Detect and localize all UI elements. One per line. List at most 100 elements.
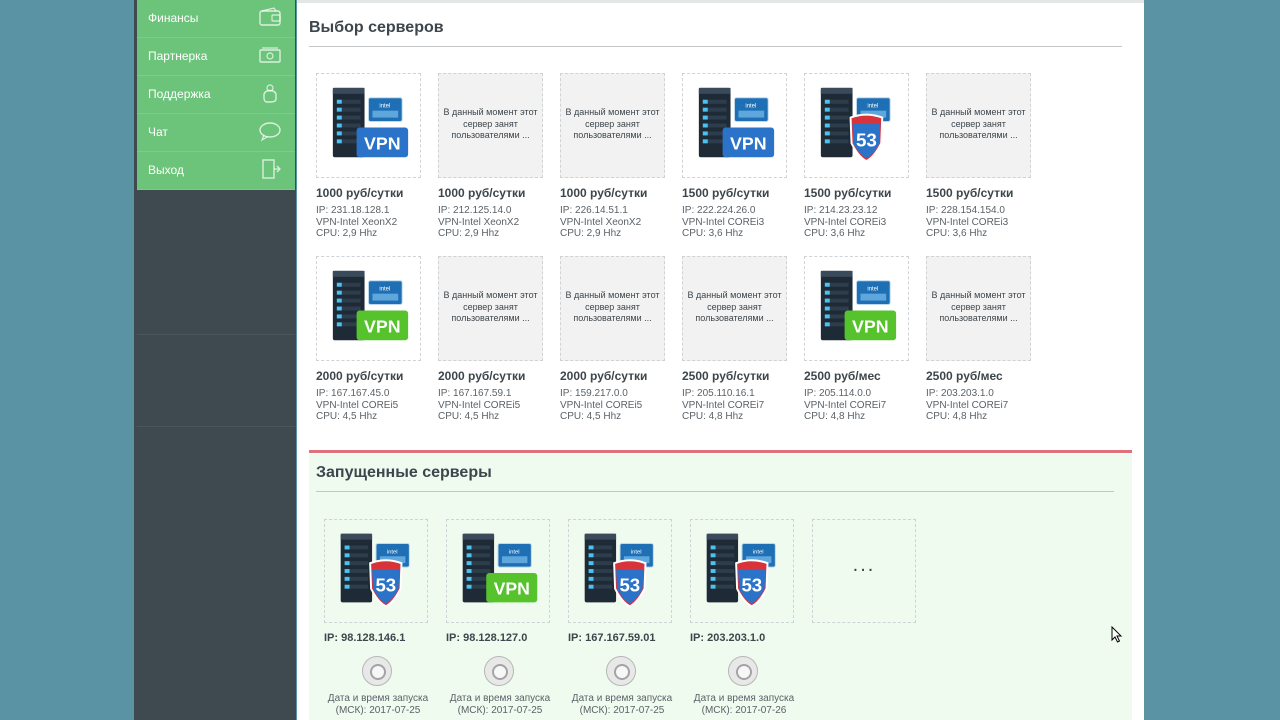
sidebar-item-finance[interactable]: Финансы <box>137 0 295 38</box>
server-cpu: CPU: 4,5 Hhz <box>438 411 500 422</box>
power-toggle-button[interactable] <box>728 656 758 686</box>
busy-message: В данный момент этот сервер занят пользо… <box>931 107 1026 140</box>
server-card[interactable]: intel VPN 1000 руб/сутки IP: 231.18.128.1… <box>316 73 428 240</box>
svg-text:intel: intel <box>753 549 764 555</box>
svg-text:intel: intel <box>745 104 756 110</box>
running-server-card: intel 53 IP: 167.167.59.01 Дата и время з… <box>568 519 676 717</box>
server-card[interactable]: В данный момент этот сервер занят пользо… <box>560 256 672 423</box>
server-card[interactable]: В данный момент этот сервер занят пользо… <box>438 256 550 423</box>
chat-bubble-icon <box>258 120 282 145</box>
server-ip: IP: 205.114.0.0 <box>804 388 872 399</box>
power-toggle-button[interactable] <box>484 656 514 686</box>
server-card[interactable]: В данный момент этот сервер занят пользо… <box>438 73 550 240</box>
server-card[interactable]: В данный момент этот сервер занят пользо… <box>560 73 672 240</box>
server-busy-placeholder[interactable]: В данный момент этот сервер занят пользо… <box>926 256 1031 361</box>
server-cpu: CPU: 2,9 Hhz <box>560 228 622 239</box>
launch-date: Дата и время запуска (МСК): 2017-07-25 <box>327 693 429 716</box>
add-server-slot[interactable]: ... <box>812 519 920 623</box>
server-cpu: CPU: 3,6 Hhz <box>926 228 988 239</box>
server-card[interactable]: В данный момент этот сервер занят пользо… <box>926 256 1038 423</box>
server-model: VPN-Intel COREi5 <box>560 399 643 411</box>
server-model: VPN-Intel XeonX2 <box>438 216 520 228</box>
add-server-placeholder[interactable]: ... <box>812 519 916 623</box>
server-model: VPN-Intel COREi3 <box>926 216 1009 228</box>
svg-text:intel: intel <box>867 287 878 293</box>
running-server-card: intel 53 IP: 203.203.1.0 Дата и время зап… <box>690 519 798 717</box>
sidebar-item-label: Финансы <box>148 10 199 25</box>
server-price: 2000 руб/сутки <box>560 369 648 383</box>
server-model: VPN-Intel COREi7 <box>804 399 887 411</box>
server-busy-placeholder[interactable]: В данный момент этот сервер занят пользо… <box>438 73 543 178</box>
server-price: 1500 руб/сутки <box>682 186 770 200</box>
svg-text:53: 53 <box>375 575 396 596</box>
svg-text:53: 53 <box>619 575 640 596</box>
divider <box>137 426 295 427</box>
server-ip: IP: 228.154.154.0 <box>926 205 1005 216</box>
svg-text:intel: intel <box>631 549 642 555</box>
server-image: intel 53 <box>324 519 428 623</box>
sidebar-item-label: Поддержка <box>148 86 211 101</box>
server-cpu: CPU: 4,8 Hhz <box>926 411 988 422</box>
launch-date: Дата и время запуска (МСК): 2017-07-26 <box>693 693 795 716</box>
power-toggle-button[interactable] <box>362 656 392 686</box>
server-price: 2000 руб/сутки <box>438 369 526 383</box>
svg-text:VPN: VPN <box>364 133 401 153</box>
divider <box>309 46 1122 47</box>
server-card[interactable]: intel VPN 1500 руб/сутки IP: 222.224.26.0… <box>682 73 794 240</box>
server-model: VPN-Intel COREi3 <box>682 216 765 228</box>
server-busy-placeholder[interactable]: В данный момент этот сервер занят пользо… <box>560 73 665 178</box>
server-image[interactable]: intel VPN <box>316 73 421 178</box>
sidebar-item-label: Чат <box>148 124 168 139</box>
server-image[interactable]: intel VPN <box>682 73 787 178</box>
server-card[interactable]: intel VPN 2500 руб/мес IP: 205.114.0.0 VPN… <box>804 256 916 423</box>
server-busy-placeholder[interactable]: В данный момент этот сервер занят пользо… <box>438 256 543 361</box>
server-image[interactable]: intel 53 <box>804 73 909 178</box>
support-icon <box>258 82 282 107</box>
server-cpu: CPU: 4,8 Hhz <box>682 411 744 422</box>
exit-door-icon <box>258 158 282 183</box>
busy-message: В данный момент этот сервер занят пользо… <box>565 290 660 323</box>
power-toggle-button[interactable] <box>606 656 636 686</box>
server-card[interactable]: В данный момент этот сервер занят пользо… <box>926 73 1038 240</box>
sidebar-item-support[interactable]: Поддержка <box>137 76 295 114</box>
server-ip: IP: 167.167.59.1 <box>438 388 512 399</box>
busy-message: В данный момент этот сервер занят пользо… <box>443 290 538 323</box>
sidebar-menu: Финансы Партнерка Поддержка Чат Выход <box>137 0 295 190</box>
sidebar-item-partner[interactable]: Партнерка <box>137 38 295 76</box>
server-image: intel 53 <box>690 519 794 623</box>
server-busy-placeholder[interactable]: В данный момент этот сервер занят пользо… <box>926 73 1031 178</box>
server-ip: IP: 231.18.128.1 <box>316 205 390 216</box>
sidebar-item-label: Выход <box>148 162 184 177</box>
sidebar-item-label: Партнерка <box>148 48 208 63</box>
svg-text:53: 53 <box>856 129 877 150</box>
server-busy-placeholder[interactable]: В данный момент этот сервер занят пользо… <box>682 256 787 361</box>
running-server-card: intel VPN IP: 98.128.127.0 Дата и время з… <box>446 519 554 717</box>
running-servers-panel: Запущенные серверы intel 53 IP: 98.128.1… <box>309 454 1132 720</box>
server-card[interactable]: intel VPN 2000 руб/сутки IP: 167.167.45.0… <box>316 256 428 423</box>
svg-text:intel: intel <box>387 549 398 555</box>
svg-text:VPN: VPN <box>730 133 767 153</box>
server-image: intel 53 <box>568 519 672 623</box>
sidebar-item-chat[interactable]: Чат <box>137 114 295 152</box>
server-model: VPN-Intel COREi3 <box>804 216 887 228</box>
server-ip: IP: 159.217.0.0 <box>560 388 628 399</box>
server-ip: IP: 212.125.14.0 <box>438 205 512 216</box>
server-busy-placeholder[interactable]: В данный момент этот сервер занят пользо… <box>560 256 665 361</box>
server-ip: IP: 222.224.26.0 <box>682 205 756 216</box>
header-shadow <box>297 0 1144 3</box>
server-price: 1000 руб/сутки <box>316 186 404 200</box>
server-cpu: CPU: 4,5 Hhz <box>560 411 622 422</box>
svg-text:VPN: VPN <box>494 579 530 599</box>
server-price: 1500 руб/сутки <box>926 186 1014 200</box>
svg-text:VPN: VPN <box>852 316 889 336</box>
section-divider <box>309 450 1132 453</box>
server-model: VPN-Intel COREi7 <box>926 399 1009 411</box>
server-cpu: CPU: 3,6 Hhz <box>804 228 866 239</box>
server-card[interactable]: intel 53 1500 руб/сутки IP: 214.23.23.12 V… <box>804 73 916 240</box>
server-card[interactable]: В данный момент этот сервер занят пользо… <box>682 256 794 423</box>
server-image[interactable]: intel VPN <box>804 256 909 361</box>
server-image[interactable]: intel VPN <box>316 256 421 361</box>
svg-text:intel: intel <box>379 287 390 293</box>
sidebar-item-logout[interactable]: Выход <box>137 152 295 190</box>
server-model: VPN-Intel XeonX2 <box>316 216 398 228</box>
